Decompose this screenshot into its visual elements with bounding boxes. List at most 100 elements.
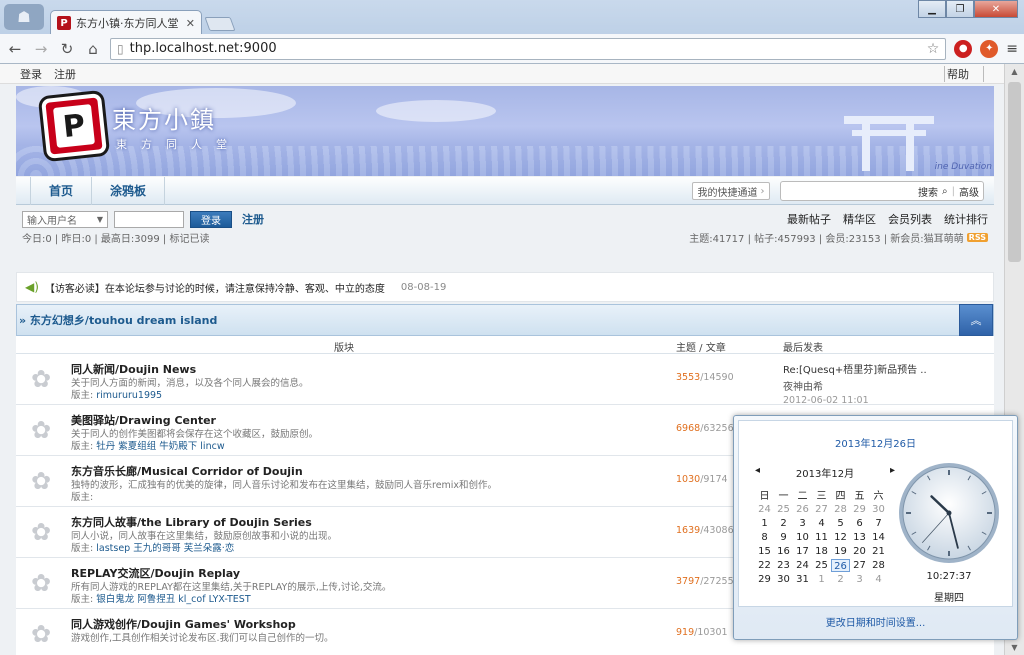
login-button[interactable]: 登录 bbox=[190, 210, 232, 228]
register-link[interactable]: 注册 bbox=[54, 66, 76, 82]
login-row: 输入用户名 ▼ 登录 注册 最新帖子 精华区 会员列表 统计排行 bbox=[22, 210, 988, 228]
maximize-button[interactable]: ❐ bbox=[946, 0, 974, 18]
calendar-day[interactable]: 19 bbox=[831, 545, 850, 558]
search-icon[interactable]: ⌕ bbox=[942, 186, 948, 197]
calendar-day[interactable]: 5 bbox=[831, 517, 850, 530]
calendar-day[interactable]: 21 bbox=[869, 545, 888, 558]
calendar-day[interactable]: 29 bbox=[850, 503, 869, 516]
calendar-day[interactable]: 11 bbox=[812, 531, 831, 544]
site-logo[interactable]: P bbox=[41, 93, 107, 159]
nav-doodle[interactable]: 涂鸦板 bbox=[92, 176, 166, 205]
calendar-day[interactable]: 24 bbox=[755, 503, 774, 516]
month-label[interactable]: 2013年12月 bbox=[796, 465, 854, 480]
calendar-day[interactable]: 20 bbox=[850, 545, 869, 558]
calendar-day[interactable]: 23 bbox=[774, 559, 793, 572]
calendar-day[interactable]: 30 bbox=[869, 503, 888, 516]
forum-count: 1639/43086 bbox=[676, 525, 734, 536]
scroll-up-icon[interactable]: ▲ bbox=[1005, 67, 1024, 76]
members-link[interactable]: 会员列表 bbox=[888, 211, 932, 227]
calendar-day[interactable]: 6 bbox=[850, 517, 869, 530]
announcement-text[interactable]: 【访客必读】在本论坛参与讨论的时候，请注意保持冷静、客观、中立的态度 bbox=[45, 280, 385, 295]
calendar-day[interactable]: 1 bbox=[755, 517, 774, 530]
browser-tab[interactable]: P 东方小镇·东方同人堂 - Po ✕ bbox=[50, 10, 202, 35]
digest-link[interactable]: 精华区 bbox=[843, 211, 876, 227]
close-window-button[interactable]: ✕ bbox=[974, 0, 1018, 18]
weekday-header: 二 bbox=[797, 491, 808, 502]
bookmark-star-icon[interactable]: ☆ bbox=[927, 41, 940, 57]
calendar-day[interactable]: 8 bbox=[755, 531, 774, 544]
calendar-day[interactable]: 2 bbox=[774, 517, 793, 530]
change-datetime-link[interactable]: 更改日期和时间设置... bbox=[734, 614, 1017, 629]
weekday-header: 五 bbox=[854, 491, 865, 502]
menu-icon[interactable]: ≡ bbox=[1006, 41, 1018, 57]
analog-clock bbox=[899, 463, 999, 563]
calendar-day[interactable]: 24 bbox=[793, 559, 812, 572]
reload-icon[interactable]: ↻ bbox=[58, 40, 76, 58]
calendar-day[interactable]: 28 bbox=[869, 559, 888, 572]
forum-flower-icon: ✿ bbox=[30, 569, 52, 597]
minimize-button[interactable]: ▁ bbox=[918, 0, 946, 18]
calendar-day[interactable]: 4 bbox=[812, 517, 831, 530]
calendar-day[interactable]: 12 bbox=[831, 531, 850, 544]
login-link[interactable]: 登录 bbox=[20, 66, 42, 82]
extension-stop-icon[interactable]: ● bbox=[954, 39, 973, 58]
calendar-day[interactable]: 29 bbox=[755, 573, 774, 586]
calendar-day[interactable]: 25 bbox=[812, 559, 831, 572]
help-link[interactable]: 帮助 bbox=[944, 65, 984, 82]
calendar-day[interactable]: 30 bbox=[774, 573, 793, 586]
calendar-day[interactable]: 26 bbox=[831, 559, 850, 572]
extension-orange-icon[interactable]: ✦ bbox=[980, 39, 999, 58]
password-field[interactable] bbox=[114, 210, 184, 228]
back-icon[interactable]: ← bbox=[6, 40, 24, 58]
calendar-day[interactable]: 2 bbox=[831, 573, 850, 586]
calendar-day[interactable]: 28 bbox=[831, 503, 850, 516]
quick-access-dropdown[interactable]: 我的快捷通道 bbox=[692, 182, 770, 200]
rss-icon[interactable]: RSS bbox=[966, 232, 988, 242]
calendar-day[interactable]: 1 bbox=[812, 573, 831, 586]
calendar-day[interactable]: 13 bbox=[850, 531, 869, 544]
search-box[interactable]: 搜索 ⌕ | 高级 bbox=[780, 181, 984, 201]
nav-home[interactable]: 首页 bbox=[30, 176, 93, 205]
calendar-day[interactable]: 17 bbox=[793, 545, 812, 558]
category-title[interactable]: » 东方幻想乡/touhou dream island bbox=[17, 312, 217, 328]
col-forum: 版块 bbox=[334, 343, 354, 354]
calendar-day[interactable]: 7 bbox=[869, 517, 888, 530]
forum-last-post[interactable]: Re:[Quesq+梧里芬]新品预告 .. 夜神由希 2012-06-02 11… bbox=[783, 361, 983, 406]
calendar-day[interactable]: 3 bbox=[793, 517, 812, 530]
url-text: thp.localhost.net:9000 bbox=[129, 41, 277, 56]
prev-month-icon[interactable]: ◂ bbox=[755, 465, 760, 480]
collapse-button[interactable]: ︽ bbox=[959, 304, 993, 336]
scroll-thumb[interactable] bbox=[1008, 82, 1021, 262]
calendar-day[interactable]: 4 bbox=[869, 573, 888, 586]
calendar-day[interactable]: 15 bbox=[755, 545, 774, 558]
scroll-down-icon[interactable]: ▼ bbox=[1005, 643, 1024, 652]
close-tab-icon[interactable]: ✕ bbox=[186, 17, 195, 30]
advanced-search-link[interactable]: 高级 bbox=[959, 184, 979, 199]
calendar-day[interactable]: 31 bbox=[793, 573, 812, 586]
calendar-day[interactable]: 22 bbox=[755, 559, 774, 572]
calendar-day[interactable]: 16 bbox=[774, 545, 793, 558]
calendar-day[interactable]: 3 bbox=[850, 573, 869, 586]
home-icon[interactable]: ⌂ bbox=[84, 40, 102, 58]
calendar-day[interactable]: 27 bbox=[812, 503, 831, 516]
calendar-day[interactable]: 10 bbox=[793, 531, 812, 544]
weekday-header: 六 bbox=[873, 491, 884, 502]
new-tab-button[interactable] bbox=[204, 17, 236, 31]
address-bar[interactable]: ▯ thp.localhost.net:9000 ☆ bbox=[110, 37, 947, 60]
next-month-icon[interactable]: ▸ bbox=[890, 465, 895, 480]
calendar-day[interactable]: 18 bbox=[812, 545, 831, 558]
calendar-day[interactable]: 27 bbox=[850, 559, 869, 572]
register-link-2[interactable]: 注册 bbox=[242, 211, 264, 227]
column-header: 版块 主题 / 文章 最后发表 bbox=[16, 336, 994, 354]
forward-icon[interactable]: → bbox=[32, 40, 50, 58]
calendar-day[interactable]: 9 bbox=[774, 531, 793, 544]
calendar-day[interactable]: 26 bbox=[793, 503, 812, 516]
calendar-day[interactable]: 25 bbox=[774, 503, 793, 516]
weekday-header: 四 bbox=[835, 491, 846, 502]
latest-posts-link[interactable]: 最新帖子 bbox=[787, 211, 831, 227]
long-date[interactable]: 2013年12月26日 bbox=[739, 435, 1012, 450]
calendar-day[interactable]: 14 bbox=[869, 531, 888, 544]
banner-caption: ine Duvation bbox=[934, 162, 992, 172]
stats-link[interactable]: 统计排行 bbox=[944, 211, 988, 227]
username-select[interactable]: 输入用户名 ▼ bbox=[22, 210, 108, 228]
